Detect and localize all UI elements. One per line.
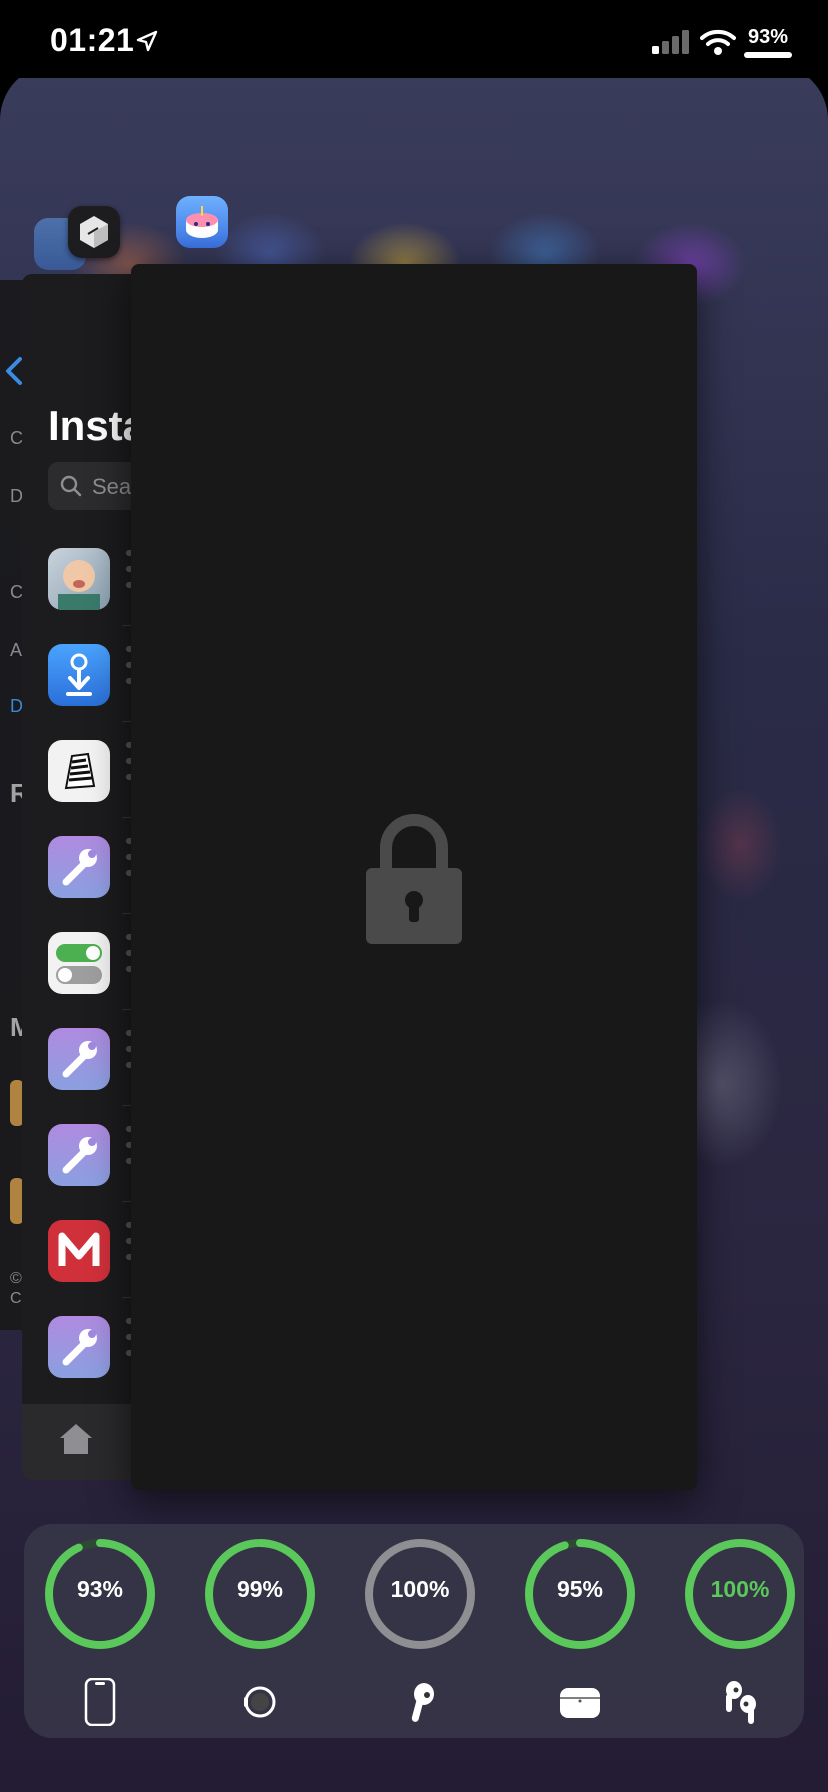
- watch-icon: [244, 1686, 276, 1718]
- edge-letter: ©: [10, 1270, 22, 1287]
- iphone-icon: [84, 1678, 116, 1726]
- airpods-case-icon: [560, 1688, 600, 1718]
- edge-letter: A: [10, 640, 23, 660]
- cake-app-icon[interactable]: [176, 196, 228, 248]
- wifi-icon: [700, 29, 736, 55]
- status-bar: 01:21 93%: [0, 0, 828, 78]
- wrench-tweak-icon: [48, 836, 110, 898]
- battery-percent-label: 95%: [556, 1576, 604, 1602]
- airpod-single-icon: [411, 1683, 434, 1722]
- clock: 01:21: [50, 22, 135, 58]
- battery-percent-label: 100%: [390, 1576, 450, 1602]
- battery-icon: [744, 52, 792, 58]
- battery-item-iphone: 93%: [44, 1538, 156, 1728]
- wrench-tweak-icon: [48, 1124, 110, 1186]
- home-icon[interactable]: [58, 1422, 94, 1456]
- battery-percent-label: 100%: [710, 1576, 770, 1602]
- back-chevron-icon[interactable]: [4, 356, 24, 386]
- battery-percent-label: 93%: [76, 1576, 124, 1602]
- cube-app-icon[interactable]: [68, 206, 120, 258]
- wrench-tweak-icon: [48, 1028, 110, 1090]
- battery-percent: 93%: [748, 26, 789, 48]
- battery-item-airpods: 100%: [684, 1538, 796, 1728]
- battery-item-airpod: 100%: [364, 1538, 476, 1728]
- zebra-icon: [48, 740, 110, 802]
- battery-item-case: 95%: [524, 1538, 636, 1728]
- lock-icon: [366, 814, 462, 944]
- search-icon: [60, 475, 82, 497]
- settings-card-edge[interactable]: C D C A D R M © C: [0, 280, 32, 1330]
- edge-letter: C: [10, 1290, 22, 1307]
- baby-photo-icon: [48, 548, 110, 610]
- wrench-tweak-icon: [48, 1316, 110, 1378]
- battery-widget[interactable]: 93% 99% 100% 95% 100%: [24, 1524, 804, 1738]
- battery-item-watch: 99%: [204, 1538, 316, 1728]
- battery-percent-label: 99%: [236, 1576, 284, 1602]
- location-arrow-icon: [136, 30, 158, 52]
- m-app-icon: [48, 1220, 110, 1282]
- airpods-pair-icon: [726, 1681, 756, 1724]
- toggles-icon: [48, 932, 110, 994]
- installer-download-icon: [48, 644, 110, 706]
- cellular-signal-icon: [652, 30, 689, 54]
- locked-app-card[interactable]: [131, 264, 697, 1490]
